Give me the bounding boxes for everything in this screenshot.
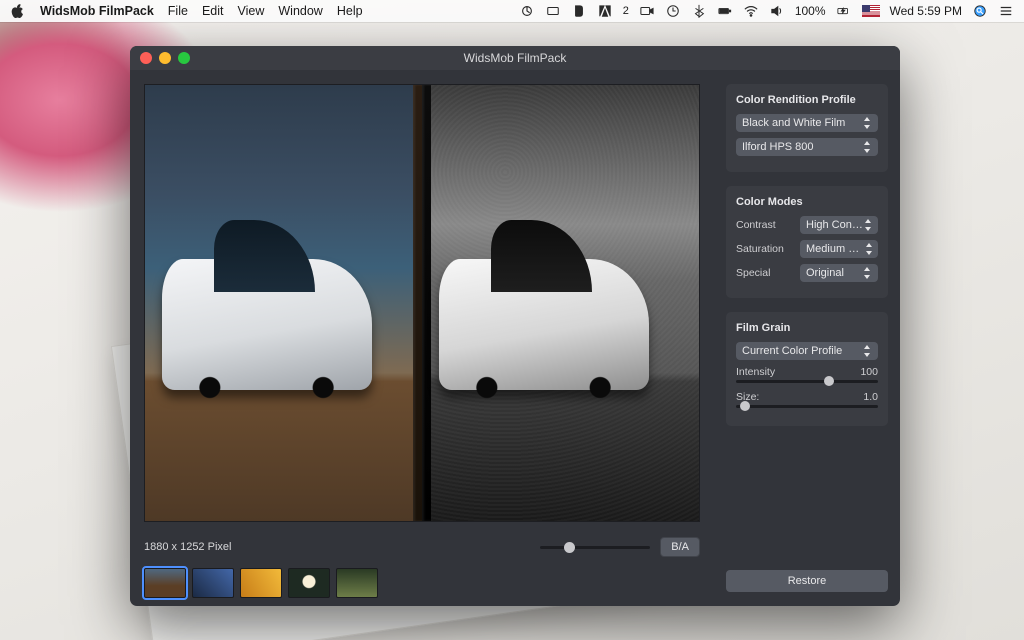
size-value: 1.0 xyxy=(863,391,878,403)
before-after-toggle[interactable]: B/A xyxy=(660,537,700,557)
thumbnail-1[interactable] xyxy=(144,568,186,598)
before-after-preview[interactable] xyxy=(144,84,700,522)
thumbnail-strip xyxy=(144,568,700,598)
pole-decor xyxy=(422,85,431,521)
charging-icon xyxy=(836,3,852,19)
grain-profile-select[interactable]: Current Color Profile xyxy=(736,342,878,360)
intensity-value: 100 xyxy=(860,366,878,378)
chevron-updown-icon xyxy=(862,345,872,357)
grain-profile-value: Current Color Profile xyxy=(742,345,842,357)
film-stock-value: Ilford HPS 800 xyxy=(742,141,814,153)
thumbnail-2[interactable] xyxy=(192,568,234,598)
status-icon-2[interactable] xyxy=(545,3,561,19)
contrast-value: High Contrast xyxy=(806,219,863,231)
bluetooth-icon[interactable] xyxy=(691,3,707,19)
car-illustration xyxy=(439,259,650,390)
volume-icon[interactable] xyxy=(769,3,785,19)
car-illustration xyxy=(162,259,373,390)
saturation-select[interactable]: Medium Hig… xyxy=(800,240,878,258)
restore-button[interactable]: Restore xyxy=(726,570,888,592)
intensity-slider[interactable] xyxy=(736,380,878,383)
battery-menu-icon[interactable] xyxy=(717,3,733,19)
window-titlebar[interactable]: WidsMob FilmPack xyxy=(130,46,900,70)
intensity-label: Intensity xyxy=(736,366,775,378)
app-window: WidsMob FilmPack 1880 x 1252 Pixel xyxy=(130,46,900,606)
menubar-app-name[interactable]: WidsMob FilmPack xyxy=(40,4,154,18)
zoom-slider[interactable] xyxy=(540,546,650,549)
traffic-lights xyxy=(140,52,190,64)
panel-title: Color Rendition Profile xyxy=(736,94,878,106)
desktop-background: WidsMob FilmPack File Edit View Window H… xyxy=(0,0,1024,640)
window-title: WidsMob FilmPack xyxy=(130,51,900,65)
adobe-icon[interactable] xyxy=(597,3,613,19)
chevron-updown-icon xyxy=(862,267,872,279)
macos-menubar: WidsMob FilmPack File Edit View Window H… xyxy=(0,0,1024,22)
thumbnail-5[interactable] xyxy=(336,568,378,598)
menubar-clock[interactable]: Wed 5:59 PM xyxy=(890,4,962,18)
time-machine-icon[interactable] xyxy=(665,3,681,19)
menu-view[interactable]: View xyxy=(238,4,265,18)
evernote-icon[interactable] xyxy=(571,3,587,19)
close-button[interactable] xyxy=(140,52,152,64)
chevron-updown-icon xyxy=(863,219,872,231)
minimize-button[interactable] xyxy=(159,52,171,64)
panel-color-rendition: Color Rendition Profile Black and White … xyxy=(726,84,888,172)
adobe-badge: 2 xyxy=(623,5,629,17)
panel-title: Color Modes xyxy=(736,196,878,208)
image-dimensions: 1880 x 1252 Pixel xyxy=(144,541,231,553)
special-value: Original xyxy=(806,267,844,279)
panel-title: Film Grain xyxy=(736,322,878,334)
film-stock-select[interactable]: Ilford HPS 800 xyxy=(736,138,878,156)
status-icon-1[interactable] xyxy=(519,3,535,19)
contrast-select[interactable]: High Contrast xyxy=(800,216,878,234)
notification-center-icon[interactable] xyxy=(998,3,1014,19)
apple-menu-icon[interactable] xyxy=(10,3,26,19)
slider-knob[interactable] xyxy=(740,401,750,411)
chevron-updown-icon xyxy=(864,243,872,255)
battery-percent: 100% xyxy=(795,4,826,18)
input-source-flag-icon[interactable] xyxy=(862,5,880,17)
zoom-button[interactable] xyxy=(178,52,190,64)
saturation-value: Medium Hig… xyxy=(806,243,864,255)
preview-before xyxy=(145,85,422,521)
special-select[interactable]: Original xyxy=(800,264,878,282)
panel-film-grain: Film Grain Current Color Profile Intensi… xyxy=(726,312,888,426)
panel-color-modes: Color Modes Contrast High Contrast Satur… xyxy=(726,186,888,298)
main-pane: 1880 x 1252 Pixel B/A xyxy=(130,70,714,606)
menu-edit[interactable]: Edit xyxy=(202,4,224,18)
menu-help[interactable]: Help xyxy=(337,4,363,18)
spotlight-icon[interactable] xyxy=(972,3,988,19)
film-type-value: Black and White Film xyxy=(742,117,845,129)
screen-record-icon[interactable] xyxy=(639,3,655,19)
chevron-updown-icon xyxy=(862,141,872,153)
saturation-label: Saturation xyxy=(736,243,792,255)
wifi-icon[interactable] xyxy=(743,3,759,19)
film-type-select[interactable]: Black and White Film xyxy=(736,114,878,132)
thumbnail-4[interactable] xyxy=(288,568,330,598)
thumbnail-3[interactable] xyxy=(240,568,282,598)
special-label: Special xyxy=(736,267,792,279)
size-slider[interactable] xyxy=(736,405,878,408)
menu-file[interactable]: File xyxy=(168,4,188,18)
settings-sidebar: Color Rendition Profile Black and White … xyxy=(714,70,900,606)
preview-after xyxy=(422,85,699,521)
chevron-updown-icon xyxy=(862,117,872,129)
contrast-label: Contrast xyxy=(736,219,792,231)
pole-decor xyxy=(413,85,422,521)
menu-window[interactable]: Window xyxy=(278,4,322,18)
slider-knob[interactable] xyxy=(824,376,834,386)
